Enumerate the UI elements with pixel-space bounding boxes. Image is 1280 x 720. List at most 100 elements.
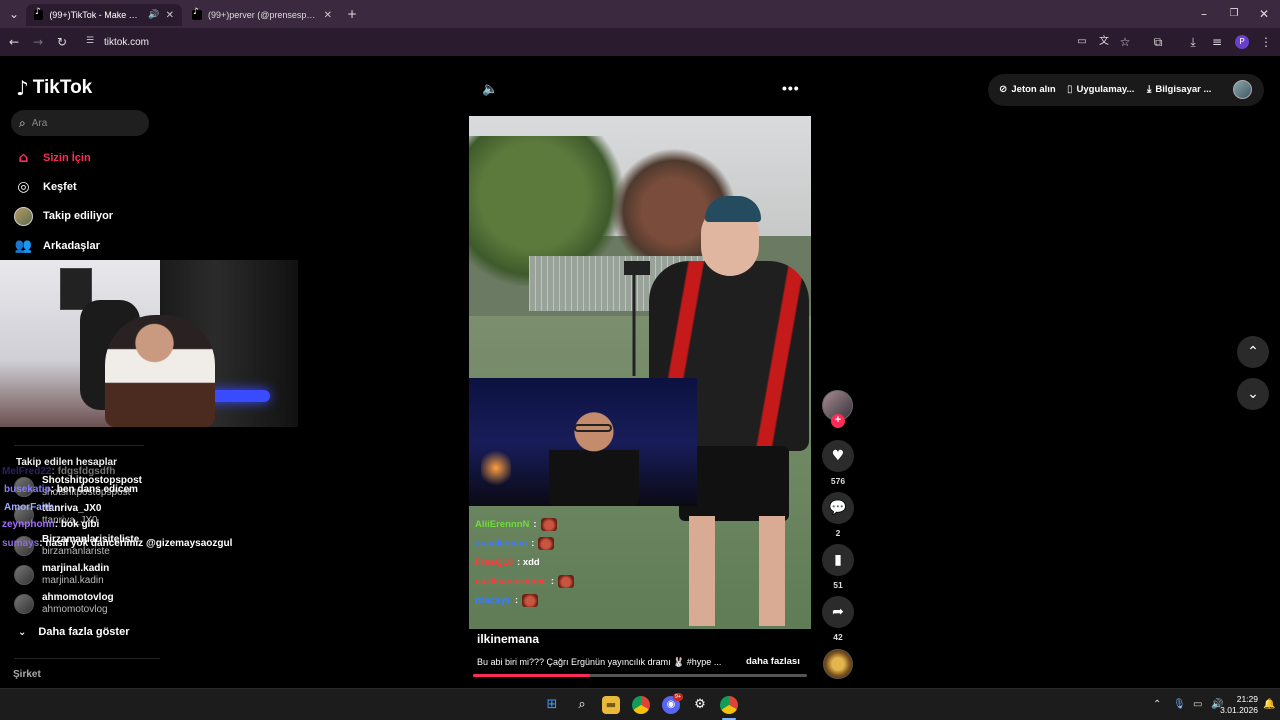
close-window-icon[interactable]: ✕ xyxy=(1256,6,1272,22)
tiktok-page: ♪ TikTok ⌕ Ara ⌂ Sizin İçin ◎ Keşfet Tak… xyxy=(0,56,1280,688)
get-desktop-app-button[interactable]: ⤓ Bilgisayar ... xyxy=(1147,84,1211,95)
comment-button[interactable]: 💬 xyxy=(822,492,854,524)
nav-following[interactable]: Takip ediliyor xyxy=(14,206,113,226)
back-icon[interactable]: ← xyxy=(6,34,22,50)
avatar xyxy=(14,206,33,226)
close-tab-icon[interactable]: ✕ xyxy=(324,10,332,21)
brand-text: TikTok xyxy=(32,77,93,98)
nav-label: Arkadaşlar xyxy=(43,240,100,252)
tray-chevron-icon[interactable]: ⌃ xyxy=(1153,699,1161,710)
save-count: 51 xyxy=(833,580,843,590)
chat-message: FreeQ10: xdd xyxy=(475,557,540,568)
chat-message: sumays: nasıl yok dancerimiz @gizemaysao… xyxy=(2,538,233,549)
video-player[interactable]: AliiErennnN: ucankeman: FreeQ10: xdd naz… xyxy=(469,116,811,629)
chevron-down-icon: ⌄ xyxy=(1247,386,1259,402)
menu-kebab-icon[interactable]: ⋮ xyxy=(1258,34,1274,50)
new-tab-icon[interactable]: + xyxy=(344,6,360,22)
description-more-link[interactable]: daha fazlası xyxy=(746,656,800,667)
reload-icon[interactable]: ↻ xyxy=(54,34,70,50)
account-handle: ahmomotovlog xyxy=(42,604,108,615)
phone-icon: ▯ xyxy=(1067,84,1073,95)
nav-label: Keşfet xyxy=(43,181,77,193)
reading-list-icon[interactable]: ≡ xyxy=(1209,34,1225,50)
downloads-icon[interactable]: ⤓ xyxy=(1185,34,1201,50)
address-bar-row: ← → ↻ ☰ tiktok.com ▭ 文 ☆ ⧉ ⤓ ≡ P ⋮ xyxy=(0,28,1280,56)
follow-plus-button[interactable]: + xyxy=(831,414,845,428)
tiktok-note-icon: ♪ xyxy=(16,76,29,100)
tiktok-logo[interactable]: ♪ TikTok xyxy=(16,76,92,100)
network-icon[interactable]: ▭ xyxy=(1193,699,1202,710)
chrome-active-icon[interactable] xyxy=(720,696,738,714)
previous-video-button[interactable]: ⌃ xyxy=(1237,336,1269,368)
avatar xyxy=(14,594,34,614)
search-placeholder: Ara xyxy=(31,117,48,129)
tab-tiktok[interactable]: (99+)TikTok - Make Your Da 🔊 ✕ xyxy=(26,4,182,26)
next-video-button[interactable]: ⌄ xyxy=(1237,378,1269,410)
stream-webcam-overlay xyxy=(0,260,298,427)
url-text: tiktok.com xyxy=(104,36,150,48)
nav-for-you[interactable]: ⌂ Sizin İçin xyxy=(14,148,91,168)
file-explorer-icon[interactable]: ▬ xyxy=(602,696,620,714)
microphone-icon[interactable]: 🎙 xyxy=(1173,699,1186,710)
user-avatar[interactable] xyxy=(1233,80,1252,99)
more-options-icon[interactable]: ••• xyxy=(782,80,800,96)
following-account[interactable]: marjinal.kadin marjinal.kadin xyxy=(14,562,109,588)
account-name: ahmomotovlog xyxy=(42,592,114,603)
forward-icon[interactable]: → xyxy=(30,34,46,50)
save-button[interactable]: ▮ xyxy=(822,544,854,576)
get-app-button[interactable]: ▯ Uygulamay... xyxy=(1067,84,1134,95)
video-progress-bar[interactable] xyxy=(473,674,807,677)
time-text: 21:29 xyxy=(1236,694,1258,704)
share-button[interactable]: ➦ xyxy=(822,596,854,628)
show-more-label: Daha fazla göster xyxy=(38,626,130,638)
speaker-icon[interactable]: 🔊 xyxy=(148,10,159,20)
emote-icon xyxy=(557,575,574,588)
show-more-button[interactable]: ⌄ Daha fazla göster xyxy=(18,626,129,638)
tab-perver[interactable]: (99+)perver (@prensesperver) | ✕ xyxy=(184,4,340,26)
emote-icon xyxy=(540,518,557,531)
nav-friends[interactable]: 👥 Arkadaşlar xyxy=(14,236,100,256)
search-input[interactable]: ⌕ Ara xyxy=(11,110,149,136)
nav-label: Takip ediliyor xyxy=(43,210,114,222)
heart-icon: ♥ xyxy=(831,448,845,464)
label: Uygulamay... xyxy=(1076,84,1135,95)
search-icon[interactable]: ⌕ xyxy=(573,696,591,714)
music-disc[interactable] xyxy=(823,649,853,679)
cast-icon[interactable]: ▭ xyxy=(1074,34,1090,50)
following-account[interactable]: ahmomotovlog ahmomotovlog xyxy=(14,591,114,617)
windows-taskbar: ⊞ ⌕ ▬ ◉ 9+ ⚙ ⌃ 🎙 ▭ 🔊 21:29 3.01.2026 🔔 xyxy=(0,688,1280,720)
chat-message: MelFred22: fdgsfdgsdfh xyxy=(2,466,116,477)
nav-label: Sizin İçin xyxy=(43,152,91,164)
avatar xyxy=(14,565,34,585)
profile-avatar[interactable]: P xyxy=(1235,35,1249,49)
settings-icon[interactable]: ⚙ xyxy=(691,696,709,714)
chat-message: AliiErennnN: xyxy=(475,518,557,531)
video-author[interactable]: ilkinemana xyxy=(477,632,539,646)
share-icon: ➦ xyxy=(832,604,844,620)
label: Bilgisayar ... xyxy=(1155,84,1212,95)
chrome-icon[interactable] xyxy=(632,696,650,714)
clock[interactable]: 21:29 3.01.2026 xyxy=(1206,694,1258,716)
tab-list-icon[interactable]: ⌄ xyxy=(6,6,22,22)
account-name: marjinal.kadin xyxy=(42,563,110,574)
nav-explore[interactable]: ◎ Keşfet xyxy=(14,177,77,197)
coin-icon: ⊘ xyxy=(999,84,1008,95)
volume-icon[interactable]: 🔈 xyxy=(482,82,498,97)
close-tab-icon[interactable]: ✕ xyxy=(166,10,174,21)
get-coins-button[interactable]: ⊘ Jeton alın xyxy=(999,84,1056,95)
translate-icon[interactable]: 文 xyxy=(1096,34,1112,50)
url-field[interactable]: ☰ tiktok.com xyxy=(78,31,1138,53)
chat-message: nazlicanurneme: xyxy=(475,575,574,588)
windows-start-icon[interactable]: ⊞ xyxy=(543,696,561,714)
tab-title: (99+)perver (@prensesperver) | xyxy=(207,10,318,20)
restore-icon[interactable]: ❐ xyxy=(1226,6,1242,22)
tiktok-favicon-icon xyxy=(34,7,44,20)
minimize-icon[interactable]: – xyxy=(1196,6,1212,22)
bookmark-star-icon[interactable]: ☆ xyxy=(1117,34,1133,50)
extensions-icon[interactable]: ⧉ xyxy=(1150,34,1166,50)
notifications-icon[interactable]: 🔔 xyxy=(1263,699,1275,710)
video-description: Bu abi biri mi??? Çağrı Ergünün yayıncıl… xyxy=(477,657,722,667)
like-button[interactable]: ♥ xyxy=(822,440,854,472)
site-info-icon[interactable]: ☰ xyxy=(86,36,98,48)
company-section-title[interactable]: Şirket xyxy=(13,669,41,680)
